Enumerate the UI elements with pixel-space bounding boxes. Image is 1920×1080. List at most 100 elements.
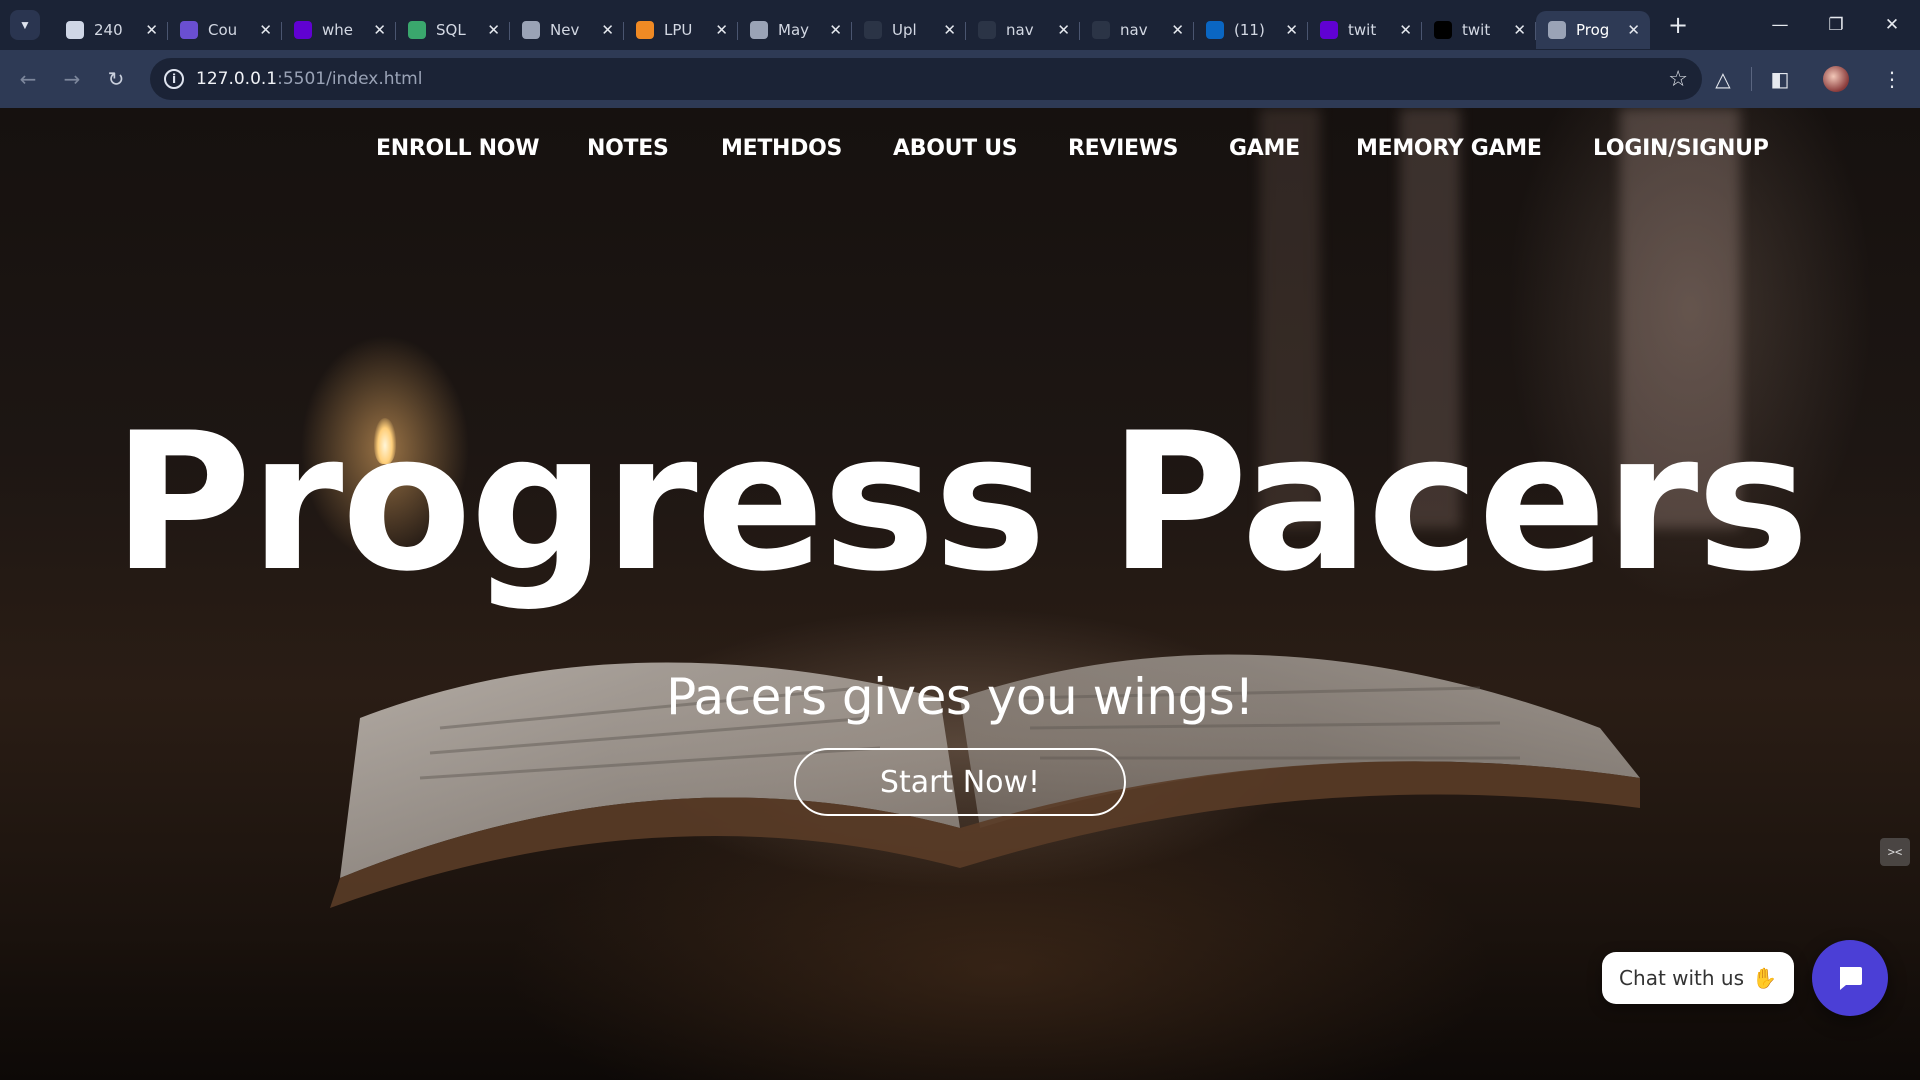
toolbar-actions: △ ◧ ⋮: [1695, 50, 1920, 108]
nav-login-signup[interactable]: LOGIN/SIGNUP: [1593, 136, 1769, 161]
hero-title: Progress Pacers: [112, 392, 1809, 613]
close-tab-icon[interactable]: ✕: [487, 21, 500, 39]
extensions-icon[interactable]: △: [1695, 50, 1751, 108]
close-tab-icon[interactable]: ✕: [601, 21, 614, 39]
browser-tab[interactable]: twit ✕: [1308, 11, 1422, 49]
nav-game[interactable]: GAME: [1229, 136, 1300, 161]
close-window-button[interactable]: ✕: [1864, 0, 1920, 50]
tab-title: Prog: [1576, 21, 1610, 39]
close-tab-icon[interactable]: ✕: [1285, 21, 1298, 39]
browser-tab[interactable]: whe ✕: [282, 11, 396, 49]
tab-title: Upl: [892, 21, 917, 39]
hero-subtitle: Pacers gives you wings!: [666, 668, 1254, 726]
linkedin-icon: [1206, 21, 1224, 39]
tab-title: LPU: [664, 21, 693, 39]
collapse-handle-icon[interactable]: ><: [1880, 838, 1910, 866]
site-info-icon[interactable]: i: [164, 69, 184, 89]
browser-tab[interactable]: 240 ✕: [54, 11, 168, 49]
url-host: 127.0.0.1: [196, 69, 278, 89]
browser-tab[interactable]: Cou ✕: [168, 11, 282, 49]
browser-tab[interactable]: Nev ✕: [510, 11, 624, 49]
close-icon: ✕: [1884, 15, 1900, 35]
profile-avatar[interactable]: [1808, 50, 1864, 108]
tab-title: nav: [1120, 21, 1148, 39]
side-panel-icon[interactable]: ◧: [1752, 50, 1808, 108]
github-icon: [978, 21, 996, 39]
reload-button[interactable]: ↻: [94, 57, 138, 101]
bookmark-star-icon[interactable]: ☆: [1668, 67, 1688, 92]
github-icon: [864, 21, 882, 39]
browser-tab[interactable]: May ✕: [738, 11, 852, 49]
address-bar[interactable]: i 127.0.0.1:5501/index.html ☆: [150, 58, 1702, 100]
arrow-right-icon: →: [63, 67, 81, 91]
tab-title: SQL: [436, 21, 466, 39]
chat-button[interactable]: [1812, 940, 1888, 1016]
close-tab-icon[interactable]: ✕: [259, 21, 272, 39]
close-tab-icon[interactable]: ✕: [715, 21, 728, 39]
tab-title: whe: [322, 21, 354, 39]
browser-tab[interactable]: SQL ✕: [396, 11, 510, 49]
close-tab-icon[interactable]: ✕: [1057, 21, 1070, 39]
tab-title: nav: [1006, 21, 1034, 39]
close-tab-icon[interactable]: ✕: [1399, 21, 1412, 39]
url-path: :5501/index.html: [277, 69, 423, 89]
close-tab-icon[interactable]: ✕: [145, 21, 158, 39]
tab-title: Nev: [550, 21, 580, 39]
tab-title: Cou: [208, 21, 238, 39]
browser-toolbar: ← → ↻ i 127.0.0.1:5501/index.html ☆ △ ◧ …: [0, 50, 1920, 108]
browser-tab[interactable]: nav ✕: [1080, 11, 1194, 49]
nav-about-us[interactable]: ABOUT US: [893, 136, 1018, 161]
close-tab-icon[interactable]: ✕: [943, 21, 956, 39]
close-tab-icon[interactable]: ✕: [1513, 21, 1526, 39]
tab-list: 240 ✕ Cou ✕ whe ✕ SQL ✕ Nev ✕ LPU ✕ May ✕ Upl ✕ nav ✕ nav ✕…: [54, 0, 1650, 50]
close-tab-icon[interactable]: ✕: [1627, 21, 1640, 39]
close-tab-icon[interactable]: ✕: [373, 21, 386, 39]
close-tab-icon[interactable]: ✕: [829, 21, 842, 39]
restore-icon: ❐: [1828, 15, 1844, 35]
book-illustration: [330, 654, 1640, 908]
restore-button[interactable]: ❐: [1808, 0, 1864, 50]
chat-with-us-label[interactable]: Chat with us ✋: [1602, 952, 1794, 1004]
browser-tab[interactable]: (11) ✕: [1194, 11, 1308, 49]
nav-enroll-now[interactable]: ENROLL NOW: [376, 136, 539, 161]
back-button[interactable]: ←: [6, 57, 50, 101]
browser-tab[interactable]: LPU ✕: [624, 11, 738, 49]
github-icon: [1092, 21, 1110, 39]
chat-label-text: Chat with us: [1619, 966, 1745, 990]
forward-button[interactable]: →: [50, 57, 94, 101]
start-now-button[interactable]: Start Now!: [794, 748, 1126, 816]
tab-title: twit: [1462, 21, 1491, 39]
sql-icon: [408, 21, 426, 39]
lpu-icon: [636, 21, 654, 39]
browser-tab[interactable]: twit ✕: [1422, 11, 1536, 49]
url-text[interactable]: 127.0.0.1:5501/index.html: [196, 69, 422, 89]
new-tab-button[interactable]: +: [1662, 9, 1694, 41]
site-navigation: ENROLL NOW NOTES METHDOS ABOUT US REVIEW…: [0, 136, 1920, 176]
x-icon: [1434, 21, 1452, 39]
window-controls: — ❐ ✕: [1752, 0, 1920, 50]
web-page: ENROLL NOW NOTES METHDOS ABOUT US REVIEW…: [0, 108, 1920, 1080]
tab-title: 240: [94, 21, 123, 39]
yahoo-icon: [1320, 21, 1338, 39]
nav-memory-game[interactable]: MEMORY GAME: [1356, 136, 1542, 161]
plus-icon: +: [1667, 11, 1689, 39]
tab-title: (11): [1234, 21, 1265, 39]
globe-icon: [1548, 21, 1566, 39]
close-tab-icon[interactable]: ✕: [1171, 21, 1184, 39]
tab-search-button[interactable]: ▼: [10, 10, 40, 40]
browser-tab[interactable]: nav ✕: [966, 11, 1080, 49]
minimize-button[interactable]: —: [1752, 0, 1808, 50]
cloud-icon: [66, 21, 84, 39]
yahoo-icon: [294, 21, 312, 39]
nav-reviews[interactable]: REVIEWS: [1068, 136, 1179, 161]
globe-icon: [522, 21, 540, 39]
browser-tab[interactable]: Upl ✕: [852, 11, 966, 49]
reload-icon: ↻: [107, 67, 125, 91]
tab-title: twit: [1348, 21, 1377, 39]
arrow-left-icon: ←: [19, 67, 37, 91]
nav-methods[interactable]: METHDOS: [721, 136, 842, 161]
coursera-icon: [180, 21, 198, 39]
browser-tab[interactable]: Prog ✕: [1536, 11, 1650, 49]
nav-notes[interactable]: NOTES: [587, 136, 669, 161]
menu-kebab-icon[interactable]: ⋮: [1864, 50, 1920, 108]
